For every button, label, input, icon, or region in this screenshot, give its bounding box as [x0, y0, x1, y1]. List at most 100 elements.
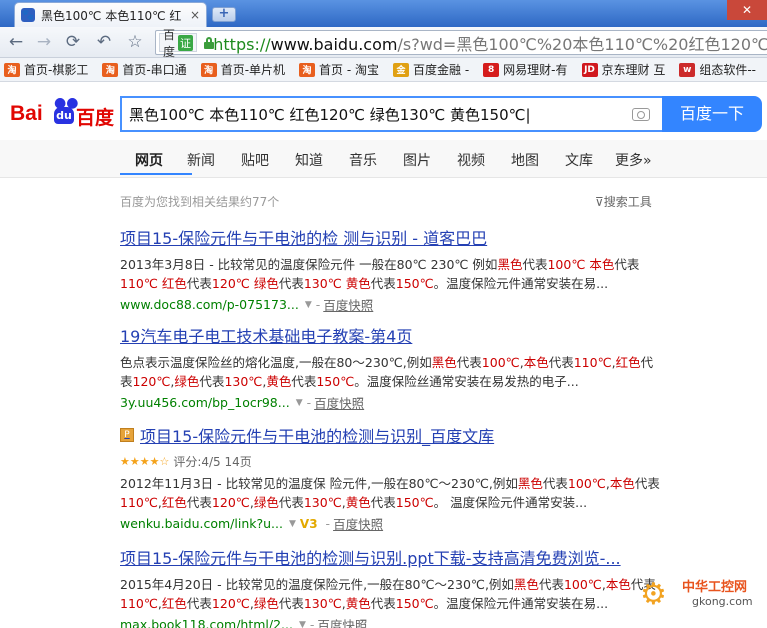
highlight-term: 绿色: [174, 374, 200, 389]
result-title-link[interactable]: 项目15-保险元件与干电池的检测与识别.ppt下载-支持高清免费浏览-...: [120, 545, 665, 569]
baidu-logo[interactable]: Bai ●● du 百度: [10, 94, 114, 130]
highlight-term: 110℃: [120, 495, 158, 510]
result-title-text: 19汽车电子电工技术基础电子教案-第4页: [120, 327, 413, 346]
highlight-term: 黄色: [345, 276, 371, 291]
result-url[interactable]: max.book118.com/html/2...: [120, 617, 293, 628]
rating-text: 评分:4/5 14页: [173, 455, 252, 469]
dropdown-arrow-icon[interactable]: ▼: [305, 300, 312, 310]
dropdown-arrow-icon[interactable]: ▼: [289, 519, 296, 529]
search-input[interactable]: 黑色100℃ 本色110℃ 红色120℃ 绿色130℃ 黄色150℃|: [120, 96, 662, 132]
search-button[interactable]: 百度一下: [662, 96, 762, 132]
search-result: 项目15-保险元件与干电池的检 测与识别 - 道客巴巴 2013年3月8日 - 比…: [120, 225, 665, 314]
bookmark-favicon-icon: 8: [483, 62, 500, 77]
result-title-link[interactable]: P 项目15-保险元件与干电池的检测与识别_百度文库: [120, 423, 665, 447]
browser-toolbar: ← → ⟳ ↶ ☆ 百度 证 https://www.baidu.com/s?w…: [0, 27, 767, 59]
result-url-line: www.doc88.com/p-075173... ▼ - 百度快照: [120, 295, 665, 314]
lock-icon[interactable]: [203, 36, 215, 49]
tab-1[interactable]: 新闻: [187, 150, 215, 170]
abstract-text: 2012年11月3日 - 比较常见的温度保 险元件,一般在80℃～230℃,例如: [120, 476, 518, 491]
bookmark-label: 首页-单片机: [220, 63, 286, 77]
result-url[interactable]: www.doc88.com/p-075173...: [120, 297, 299, 312]
result-count: 百度为您找到相关结果约77个: [120, 195, 280, 209]
address-bar[interactable]: 百度 证 https://www.baidu.com/s?wd=黑色100℃%2…: [155, 28, 767, 59]
new-tab-button[interactable]: +: [212, 7, 236, 22]
bookmark-favicon-icon: 淘: [299, 62, 316, 77]
site-badge-label: 百度: [163, 27, 176, 59]
separator: -: [309, 617, 315, 628]
browser-tab[interactable]: 🐾 黑色100℃ 本色110℃ 红 ×: [14, 2, 207, 27]
forward-arrow-icon[interactable]: →: [33, 32, 55, 52]
bookmark-item[interactable]: 金百度金融 -: [393, 61, 469, 78]
bookmark-item[interactable]: 淘首页-棋影工: [4, 61, 88, 78]
tab-8[interactable]: 文库: [565, 150, 593, 170]
back-arrow-icon[interactable]: ←: [5, 32, 27, 52]
abstract-text: 代表: [278, 276, 304, 291]
bookmark-favicon-icon: 金: [393, 62, 409, 77]
reload-icon[interactable]: ⟳: [62, 32, 84, 52]
undo-icon[interactable]: ↶: [93, 32, 115, 52]
bookmark-item[interactable]: 淘首页-串口通: [102, 61, 187, 78]
gear-icon: ⚙: [640, 577, 667, 612]
url-text[interactable]: https://www.baidu.com/s?wd=黑色100℃%20本色11…: [213, 31, 767, 55]
watermark-cn: 中华工控网: [682, 580, 748, 595]
result-url[interactable]: 3y.uu456.com/bp_1ocr98...: [120, 395, 290, 410]
highlight-term: 本色: [605, 577, 631, 592]
highlight-term: 150℃: [395, 495, 434, 510]
search-tools-button[interactable]: ⊽搜索工具: [595, 193, 652, 210]
abstract-text: 代表: [186, 596, 212, 611]
highlight-term: 本色: [523, 355, 549, 370]
camera-icon[interactable]: [632, 107, 650, 121]
result-title-link[interactable]: 19汽车电子电工技术基础电子教案-第4页: [120, 323, 665, 347]
star-rating-icon: ★★★★☆: [120, 455, 170, 468]
result-url[interactable]: wenku.baidu.com/link?u...: [120, 516, 283, 531]
bookmark-label: 网易理财-有: [503, 63, 568, 77]
tab-3[interactable]: 知道: [295, 150, 323, 170]
snapshot-link[interactable]: 百度快照: [323, 295, 373, 314]
abstract-text: 代表: [291, 374, 317, 389]
result-title-text: 项目15-保险元件与干电池的检 测与识别 - 道客巴巴: [120, 229, 488, 248]
tab-2[interactable]: 贴吧: [241, 150, 269, 170]
bookmark-label: 首页 - 淘宝: [319, 63, 379, 77]
dropdown-arrow-icon[interactable]: ▼: [296, 398, 303, 408]
snapshot-link[interactable]: 百度快照: [314, 393, 364, 412]
star-icon[interactable]: ☆: [124, 32, 146, 52]
highlight-term: 120℃: [211, 276, 250, 291]
v3-badge[interactable]: V3: [300, 517, 318, 531]
abstract-text: 代表: [199, 374, 225, 389]
highlight-term: 150℃: [395, 276, 434, 291]
highlight-term: 红色: [161, 596, 187, 611]
dropdown-arrow-icon[interactable]: ▼: [299, 620, 306, 628]
abstract-text: 代表: [522, 257, 548, 272]
bookmark-item[interactable]: 淘首页-单片机: [200, 61, 286, 78]
result-url-line: wenku.baidu.com/link?u... ▼ V3- 百度快照: [120, 514, 665, 533]
snapshot-link[interactable]: 百度快照: [317, 615, 367, 628]
search-query: 黑色100℃ 本色110℃ 红色120℃ 绿色130℃ 黄色150℃|: [129, 105, 531, 124]
watermark: ⚙ 中华工控网 gkong.com: [640, 573, 760, 613]
bookmark-item[interactable]: 淘首页 - 淘宝: [299, 61, 379, 78]
tab-9[interactable]: 更多»: [615, 150, 652, 170]
highlight-term: 130℃: [303, 596, 342, 611]
highlight-term: 本色: [609, 476, 635, 491]
bookmark-item[interactable]: JD 京东理财 互: [581, 61, 665, 78]
separator: -: [325, 516, 331, 531]
abstract-text: 代表: [614, 257, 640, 272]
close-icon[interactable]: ×: [190, 8, 200, 22]
tab-7[interactable]: 地图: [511, 150, 539, 170]
highlight-term: 110℃: [120, 596, 158, 611]
snapshot-link[interactable]: 百度快照: [333, 514, 383, 533]
abstract-text: 2015年4月20日 - 比较常见的温度保险元件,一般在80℃～230℃,例如: [120, 577, 514, 592]
tab-0[interactable]: 网页: [135, 150, 163, 170]
site-badge[interactable]: 百度 证: [159, 28, 198, 59]
separator: -: [315, 297, 321, 312]
tab-5[interactable]: 图片: [403, 150, 431, 170]
window-close-button[interactable]: ✕: [727, 0, 767, 20]
tab-6[interactable]: 视频: [457, 150, 485, 170]
highlight-term: 黄色: [345, 596, 371, 611]
tab-4[interactable]: 音乐: [349, 150, 377, 170]
bookmark-item[interactable]: 8 网易理财-有: [483, 61, 568, 78]
highlight-term: 100℃: [547, 257, 586, 272]
bookmark-label: 组态软件--: [699, 63, 756, 77]
bookmark-favicon-icon: 淘: [4, 62, 20, 77]
result-title-link[interactable]: 项目15-保险元件与干电池的检 测与识别 - 道客巴巴: [120, 225, 665, 249]
bookmark-item[interactable]: w 组态软件--: [679, 61, 756, 78]
